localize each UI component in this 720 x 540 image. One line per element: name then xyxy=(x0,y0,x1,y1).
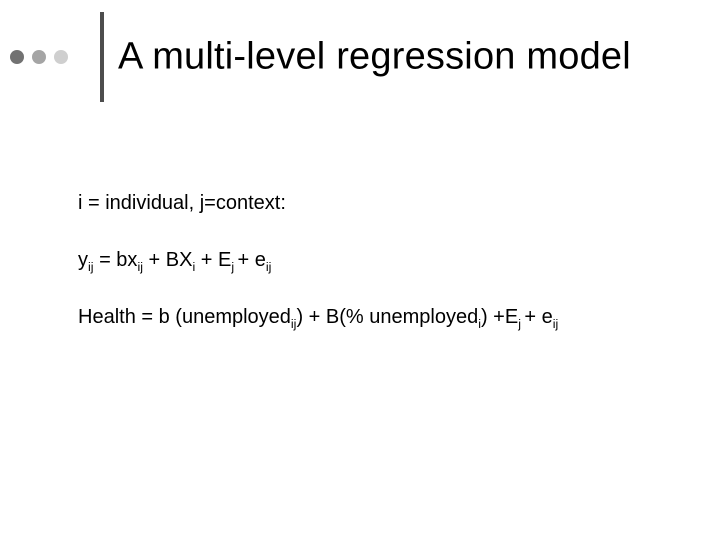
equation-text: + e xyxy=(238,249,266,271)
slide-title: A multi-level regression model xyxy=(118,36,631,79)
dot-icon xyxy=(10,50,24,64)
equation-text: + e xyxy=(524,306,552,328)
equation-line: yij = bxij + BXi + Ej + eij xyxy=(78,247,678,274)
slide-body: i = individual, j=context: y ij = bx ij + … xyxy=(78,190,678,361)
definition-line: i = individual, j=context: xyxy=(78,190,678,217)
equation-text: = bx xyxy=(94,249,138,271)
vertical-divider xyxy=(100,12,104,102)
bullet-dots-decoration xyxy=(10,50,68,64)
dot-icon xyxy=(54,50,68,64)
subscript: ij xyxy=(553,317,559,331)
equation-text: + BX xyxy=(143,249,192,271)
subscript: ij xyxy=(266,260,272,274)
slide-header: A multi-level regression model xyxy=(0,26,720,88)
equation-text: Health = b (unemployed xyxy=(78,306,291,328)
equation-text: + E xyxy=(195,249,231,271)
equation-text: y xyxy=(78,249,88,271)
equation-text: ) + B(% unemployed xyxy=(296,306,478,328)
equation-text: ) +E xyxy=(481,306,518,328)
slide: A multi-level regression model i = indiv… xyxy=(0,0,720,540)
dot-icon xyxy=(32,50,46,64)
example-line: Health = b (unemployed ij ) + B(% unemploy… xyxy=(78,304,678,331)
